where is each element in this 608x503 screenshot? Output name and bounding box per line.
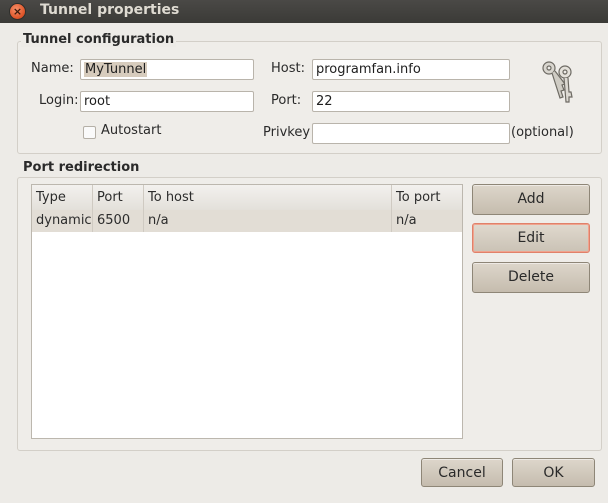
keys-icon [542,61,573,103]
login-label: Login: [39,93,79,108]
name-value: MyTunnel [84,62,148,77]
autostart-label[interactable]: Autostart [101,123,161,138]
column-header-to-host[interactable]: To host [144,185,392,210]
edit-button[interactable]: Edit [472,223,590,253]
add-button[interactable]: Add [472,184,590,215]
window-title: Tunnel properties [40,2,180,18]
table-row[interactable]: dynamic 6500 n/a n/a [32,210,462,232]
close-icon[interactable]: × [10,4,25,19]
redirection-table[interactable]: Type Port To host To port dynamic 6500 n… [31,184,463,439]
delete-button[interactable]: Delete [472,262,590,293]
column-header-to-port[interactable]: To port [392,185,462,210]
tunnel-config-legend: Tunnel configuration [21,32,177,47]
ok-button[interactable]: OK [512,458,595,487]
privkey-field[interactable] [312,123,510,144]
host-field[interactable]: programfan.info [312,59,510,80]
name-label: Name: [31,61,74,76]
column-header-type[interactable]: Type [32,185,93,210]
name-field[interactable]: MyTunnel [80,59,254,80]
optional-label: (optional) [511,125,574,140]
port-field[interactable]: 22 [312,91,510,112]
cancel-button[interactable]: Cancel [421,458,503,487]
host-label: Host: [271,61,305,76]
cell-port: 6500 [93,210,144,232]
port-label: Port: [271,93,302,108]
cell-to-host: n/a [144,210,392,232]
title-bar: × Tunnel properties [0,0,608,23]
login-field[interactable]: root [80,91,254,112]
privkey-label: Privkey [263,125,311,140]
autostart-checkbox[interactable] [83,126,96,139]
cell-to-port: n/a [396,213,417,228]
cell-type: dynamic [32,210,93,232]
table-header: Type Port To host To port [32,185,462,211]
column-header-port[interactable]: Port [93,185,144,210]
port-redirection-legend: Port redirection [21,160,142,175]
